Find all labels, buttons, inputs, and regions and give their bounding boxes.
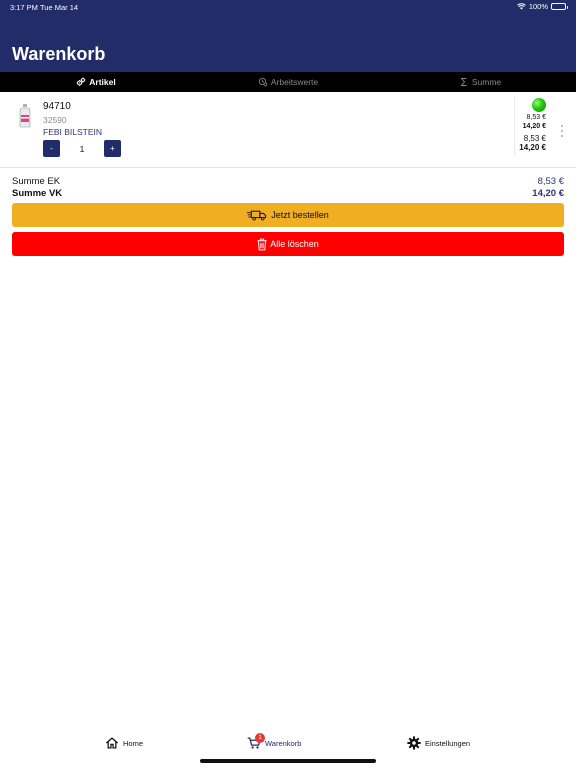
summary-vk-value: 14,20 € (532, 188, 564, 199)
nav-einstellungen[interactable]: Einstellungen (407, 736, 470, 750)
gears-icon (76, 77, 86, 86)
page-title: Warenkorb (12, 44, 106, 64)
delete-all-button[interactable]: Alle löschen (12, 232, 564, 256)
summary-vk-label: Summe VK (12, 188, 63, 199)
trash-icon (257, 238, 267, 250)
gear-icon (407, 736, 421, 750)
nav-einstellungen-label: Einstellungen (425, 738, 471, 748)
quantity-increase-button[interactable]: + (104, 140, 121, 157)
nav-home-label: Home (123, 738, 144, 748)
cart-count-badge: 1 (255, 733, 265, 743)
price-vk-unit: 14,20 € (522, 123, 546, 130)
status-date: Tue Mar 14 (40, 3, 79, 12)
tab-artikel[interactable]: Artikel (0, 72, 192, 92)
nav-home[interactable]: Home (105, 736, 143, 750)
tab-summe-label: Summe (471, 77, 502, 87)
quantity-decrease-button[interactable]: - (43, 140, 60, 157)
battery-percent: 100% (528, 2, 548, 11)
quantity-input[interactable] (66, 140, 98, 157)
home-icon (105, 737, 119, 749)
price-ek-total: 8,53 € (523, 134, 546, 143)
clock-gear-icon (258, 77, 268, 87)
tab-arbeitswerte-label: Arbeitswerte (270, 77, 319, 87)
app-header: 3:17 PM Tue Mar 14 100% Warenkorb (0, 0, 576, 72)
battery-icon (551, 3, 568, 10)
price-ek-unit: 8,53 € (526, 114, 546, 121)
more-options-icon[interactable] (560, 124, 564, 138)
article-number: 94710 (43, 101, 71, 112)
home-indicator[interactable] (200, 759, 376, 763)
sigma-icon (460, 78, 467, 86)
availability-indicator (532, 98, 546, 112)
tab-bar: Artikel Arbeitswerte Summe (0, 72, 576, 92)
order-now-button[interactable]: Jetzt bestellen (12, 203, 564, 227)
wifi-icon (516, 3, 526, 10)
order-now-label: Jetzt bestellen (271, 210, 329, 220)
nav-warenkorb-label: Warenkorb (265, 738, 302, 748)
product-bottle-image (19, 104, 31, 128)
tab-artikel-label: Artikel (89, 77, 116, 87)
delete-all-label: Alle löschen (270, 239, 319, 249)
price-vk-total: 14,20 € (519, 143, 546, 152)
brand-name: FEBI BILSTEIN (43, 127, 103, 137)
status-time: 3:17 PM (10, 3, 38, 12)
summary-ek-value: 8,53 € (537, 176, 564, 187)
summary-ek-label: Summe EK (12, 176, 61, 187)
status-right: 100% (516, 2, 568, 11)
tab-summe[interactable]: Summe (384, 72, 576, 92)
tab-arbeitswerte[interactable]: Arbeitswerte (192, 72, 384, 92)
delivery-truck-icon (247, 210, 267, 220)
reference-number: 32590 (43, 115, 67, 125)
status-bar: 3:17 PM Tue Mar 14 100% (0, 0, 576, 14)
